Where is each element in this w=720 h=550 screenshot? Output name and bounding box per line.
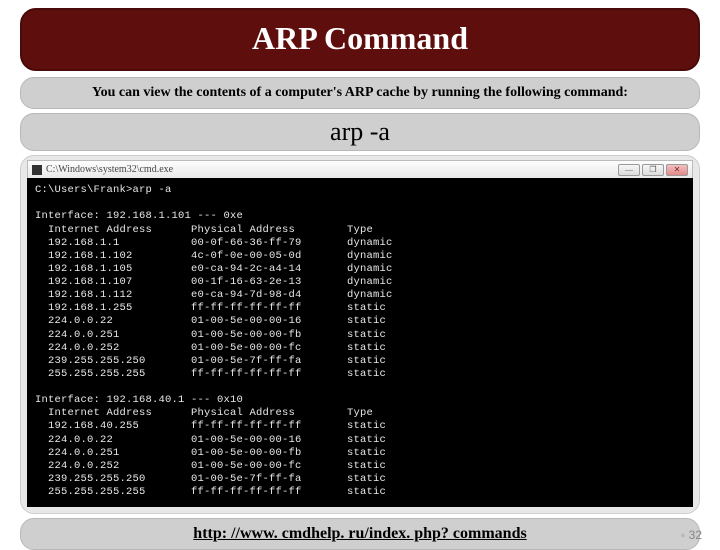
slide-subtitle: You can view the contents of a computer'…	[31, 84, 689, 102]
window-close-button[interactable]: ✕	[666, 164, 688, 176]
command-text: arp -a	[330, 117, 390, 146]
slide-title: ARP Command	[22, 20, 698, 57]
window-title: C:\Windows\system32\cmd.exe	[46, 164, 173, 175]
terminal-output: C:\Users\Frank>arp -a Interface: 192.168…	[27, 178, 693, 507]
slide-title-bar: ARP Command	[20, 8, 700, 71]
link-bar: http: //www. cmdhelp. ru/index. php? com…	[20, 518, 700, 550]
terminal-panel: C:\Windows\system32\cmd.exe — ❐ ✕ C:\Use…	[20, 155, 700, 514]
cmd-icon	[32, 165, 42, 175]
window-titlebar: C:\Windows\system32\cmd.exe — ❐ ✕	[27, 160, 693, 178]
command-bar: arp -a	[20, 113, 700, 151]
slide-subtitle-bar: You can view the contents of a computer'…	[20, 77, 700, 109]
window-maximize-button[interactable]: ❐	[642, 164, 664, 176]
window-minimize-button[interactable]: —	[618, 164, 640, 176]
